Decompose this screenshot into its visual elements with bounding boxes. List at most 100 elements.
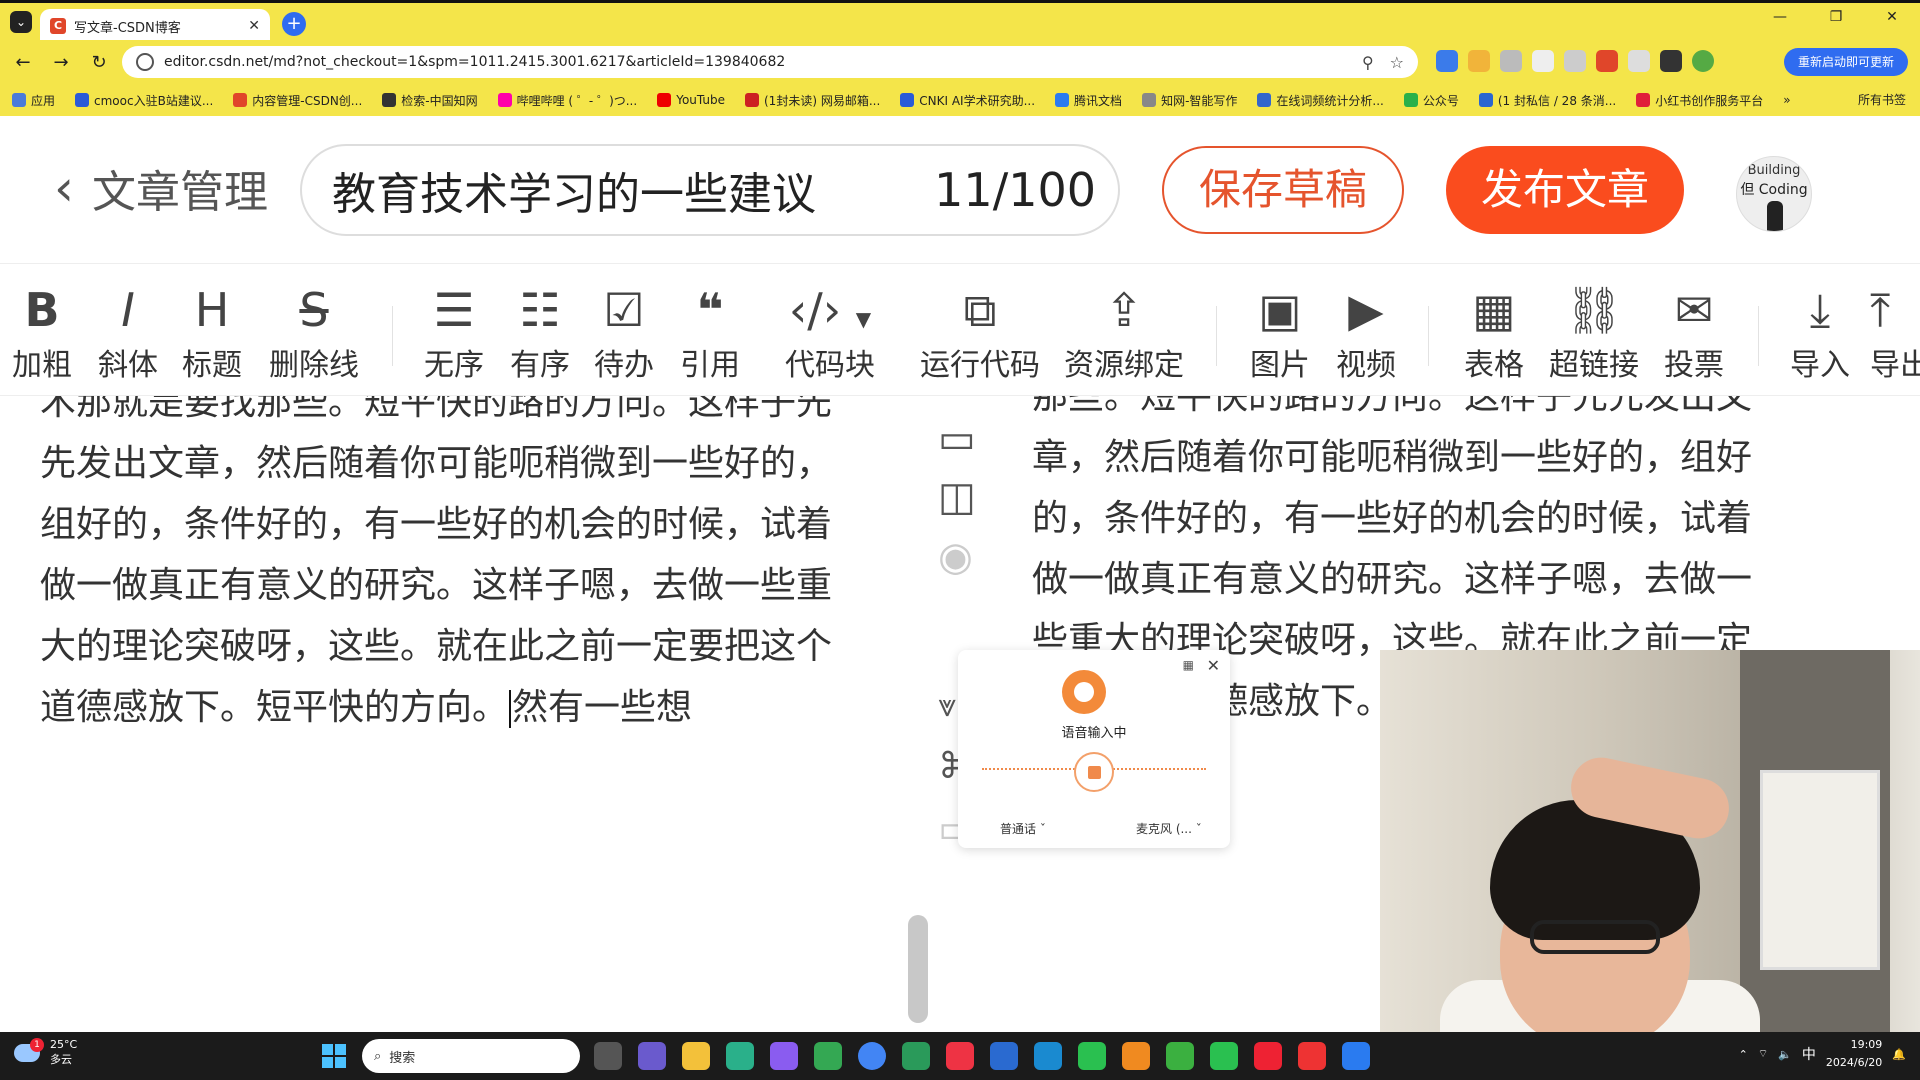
all-bookmarks-button[interactable]: 所有书签 <box>1858 91 1906 108</box>
extension-icon[interactable] <box>1468 50 1490 72</box>
extension-icon[interactable] <box>1532 50 1554 72</box>
todo-button[interactable]: ☑ 待办 <box>590 282 658 384</box>
extension-icon[interactable] <box>1436 50 1458 72</box>
run-code-button[interactable]: ⧉ 运行代码 <box>918 282 1042 384</box>
close-tab-icon[interactable]: ✕ <box>248 18 260 34</box>
app-icon[interactable] <box>1342 1042 1370 1070</box>
app-icon[interactable] <box>1210 1042 1238 1070</box>
hyperlink-button[interactable]: ⛓ 超链接 <box>1546 282 1642 384</box>
notification-bell-icon[interactable]: 🔔 <box>1892 1048 1906 1061</box>
edge-icon[interactable] <box>1034 1042 1062 1070</box>
heading-button[interactable]: H 标题 <box>180 282 244 384</box>
split-pane-icon[interactable]: ◫ <box>938 474 976 520</box>
app-icon[interactable] <box>770 1042 798 1070</box>
extension-icon[interactable] <box>1628 50 1650 72</box>
extension-icon[interactable] <box>1596 50 1618 72</box>
editor-text[interactable]: 术那就是要找那些。短平快的路的方向。这样子先 先发出文章，然后随着你可能呃稍微到一… <box>40 396 832 738</box>
video-button[interactable]: ▶ 视频 <box>1332 282 1400 384</box>
url-text[interactable]: editor.csdn.net/md?not_checkout=1&spm=10… <box>164 54 1346 70</box>
vote-button[interactable]: ✉ 投票 <box>1660 282 1728 384</box>
qr-code-icon[interactable]: ▦ <box>1183 658 1194 672</box>
app-icon[interactable] <box>638 1042 666 1070</box>
weather-widget[interactable]: 1 25°C 多云 <box>14 1037 77 1067</box>
bookmark-item[interactable]: YouTube <box>657 93 725 107</box>
bookmark-item[interactable]: 腾讯文档 <box>1055 92 1122 109</box>
app-icon[interactable] <box>990 1042 1018 1070</box>
tab-search-icon[interactable]: ⌄ <box>10 11 32 33</box>
italic-button[interactable]: I 斜体 <box>96 282 160 384</box>
app-icon[interactable] <box>814 1042 842 1070</box>
app-icon[interactable] <box>1166 1042 1194 1070</box>
bookmark-item[interactable]: 内容管理-CSDN创... <box>233 92 362 109</box>
bookmark-item[interactable]: (1封未读) 网易邮箱... <box>745 92 880 109</box>
reload-icon[interactable]: ↻ <box>84 52 114 73</box>
codeblock-button[interactable]: ‹/› ▼ 代码块 <box>780 282 880 384</box>
ime-indicator[interactable]: 中 <box>1802 1044 1816 1064</box>
restart-update-button[interactable]: 重新启动即可更新 <box>1783 48 1908 76</box>
wps-icon[interactable] <box>1298 1042 1326 1070</box>
bookmark-item[interactable]: 小红书创作服务平台 <box>1636 92 1763 109</box>
wechat-icon[interactable] <box>1078 1042 1106 1070</box>
preview-eye-icon[interactable]: ◉ <box>938 534 973 580</box>
taskbar-search[interactable]: ⌕ 搜索 <box>362 1039 580 1073</box>
strike-button[interactable]: S 删除线 <box>266 282 362 384</box>
microphone-select[interactable]: 麦克风 (... ˇ <box>1136 820 1202 837</box>
close-window-icon[interactable]: ✕ <box>1864 9 1920 25</box>
resource-bind-button[interactable]: ⇪ 资源绑定 <box>1062 282 1186 384</box>
minimize-icon[interactable]: — <box>1752 9 1808 25</box>
ordered-list-button[interactable]: ☷ 有序 <box>506 282 574 384</box>
bookmark-item[interactable]: 公众号 <box>1403 92 1459 109</box>
extension-icon[interactable] <box>1500 50 1522 72</box>
chevron-down-icon[interactable]: ▼ <box>856 307 871 331</box>
bookmark-item[interactable]: (1 封私信 / 28 条消... <box>1478 92 1616 109</box>
forward-arrow-icon[interactable]: → <box>46 52 76 73</box>
bookmark-item[interactable]: 检索-中国知网 <box>382 92 478 109</box>
bookmark-item[interactable]: CNKI AI学术研究助... <box>900 92 1035 109</box>
bookmark-item[interactable]: 哔哩哔哩 ( ゜- ゜)つ... <box>497 92 637 109</box>
close-icon[interactable]: ✕ <box>1207 656 1220 675</box>
language-select[interactable]: 普通话 ˇ <box>1000 820 1046 837</box>
article-title-input[interactable]: 教育技术学习的一些建议 11/100 <box>300 144 1120 236</box>
app-icon[interactable] <box>902 1042 930 1070</box>
profile-icon[interactable] <box>1692 50 1714 72</box>
unordered-list-button[interactable]: ☰ 无序 <box>420 282 488 384</box>
extension-icon[interactable] <box>1564 50 1586 72</box>
bookmarks-overflow-button[interactable]: » <box>1783 93 1790 107</box>
editor-scrollbar[interactable] <box>908 915 928 1023</box>
task-view-icon[interactable] <box>594 1042 622 1070</box>
bookmark-item[interactable]: 知网-智能写作 <box>1142 92 1237 109</box>
puzzle-icon[interactable] <box>1660 50 1682 72</box>
chevron-up-icon[interactable]: ⌃ <box>1739 1048 1748 1061</box>
site-info-icon[interactable] <box>136 53 154 71</box>
image-button[interactable]: ▣ 图片 <box>1246 282 1314 384</box>
single-pane-icon[interactable]: ▭ <box>938 416 976 462</box>
windows-start-icon[interactable] <box>322 1044 346 1068</box>
bookmark-star-icon[interactable]: ☆ <box>1390 53 1404 72</box>
directory-icon[interactable]: ⩔ <box>938 686 956 725</box>
back-to-article-manage[interactable]: ‹ 文章管理 <box>54 156 268 220</box>
bookmark-item[interactable]: 应用 <box>12 92 55 109</box>
app-icon[interactable] <box>946 1042 974 1070</box>
chrome-icon[interactable] <box>858 1042 886 1070</box>
back-arrow-icon[interactable]: ← <box>8 52 38 73</box>
table-button[interactable]: ▦ 表格 <box>1456 282 1532 384</box>
markdown-editor[interactable]: 术那就是要找那些。短平快的路的方向。这样子先 先发出文章，然后随着你可能呃稍微到一… <box>0 396 880 1032</box>
zoom-icon[interactable]: ⚲ <box>1362 53 1374 72</box>
file-explorer-icon[interactable] <box>682 1042 710 1070</box>
avatar[interactable]: Building 但 Coding <box>1736 156 1812 232</box>
address-bar[interactable]: editor.csdn.net/md?not_checkout=1&spm=10… <box>122 46 1418 78</box>
new-tab-button[interactable]: + <box>282 12 306 36</box>
wifi-icon[interactable]: ⌔ <box>1758 1047 1768 1061</box>
clock[interactable]: 19:09 2024/6/20 <box>1826 1036 1882 1072</box>
browser-tab-active[interactable]: C 写文章-CSDN博客 ✕ <box>40 9 270 43</box>
bookmark-item[interactable]: cmooc入驻B站建议... <box>75 92 213 109</box>
bold-button[interactable]: B 加粗 <box>10 282 74 384</box>
publish-article-button[interactable]: 发布文章 <box>1446 146 1684 234</box>
app-icon[interactable] <box>726 1042 754 1070</box>
import-button[interactable]: ⤓ 导入 <box>1786 282 1854 384</box>
volume-icon[interactable]: 🔈 <box>1778 1048 1792 1061</box>
quote-button[interactable]: ❝ 引用 <box>676 282 744 384</box>
app-icon[interactable] <box>1254 1042 1282 1070</box>
save-draft-button[interactable]: 保存草稿 <box>1162 146 1404 234</box>
app-icon[interactable] <box>1122 1042 1150 1070</box>
